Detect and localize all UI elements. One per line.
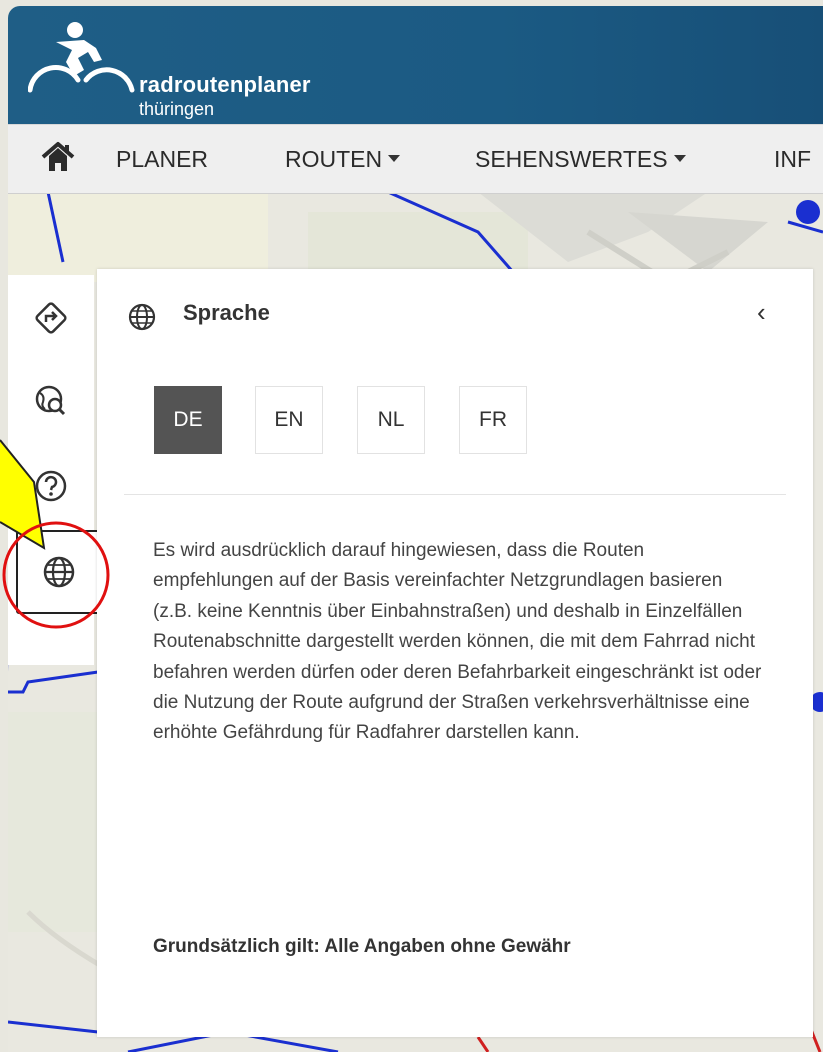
caret-down-icon [388,155,401,163]
language-code: NL [377,408,405,431]
nav-routen[interactable]: ROUTEN [285,146,401,173]
map-search-tool-button[interactable] [8,357,94,443]
language-button-nl[interactable]: NL [357,386,425,454]
chevron-left-icon: ‹ [757,297,766,327]
language-tool-button[interactable] [16,530,102,614]
divider [124,494,786,495]
brand-region: thüringen [139,99,215,119]
language-button-fr[interactable]: FR [459,386,527,454]
nav-planer[interactable]: PLANER [116,146,208,173]
map-search-icon [35,385,66,416]
nav-planer-label: PLANER [116,146,209,172]
route-directions-icon [35,302,67,334]
panel-title-icon [127,302,157,337]
language-panel: Sprache ‹ DE EN NL FR Es wird ausdrückli… [97,269,813,1037]
globe-icon [43,556,75,588]
home-icon [41,142,75,171]
globe-icon [128,303,156,331]
nav-info-label: INF [774,146,812,172]
caret-down-icon [673,155,686,163]
side-toolbar [8,275,102,665]
language-code: EN [274,408,304,431]
disclaimer-note: Grundsätzlich gilt: Alle Angaben ohne Ge… [153,936,571,957]
panel-title: Sprache [183,300,270,325]
nav-sehenswertes-label: SEHENSWERTES [475,146,668,172]
main-navigation: PLANER ROUTEN SEHENSWERTES INF [8,124,823,194]
language-button-en[interactable]: EN [255,386,323,454]
cyclist-logo-icon[interactable] [28,18,138,108]
disclaimer-text: Es wird ausdrücklich darauf hingewiesen,… [153,540,762,744]
language-code: DE [173,408,203,431]
nav-routen-label: ROUTEN [285,146,383,172]
nav-sehenswertes[interactable]: SEHENSWERTES [475,146,686,173]
home-button[interactable] [40,141,76,178]
site-header: radroutenplaner thüringen [8,6,823,124]
nav-info[interactable]: INF [774,146,811,173]
help-tool-button[interactable] [8,443,94,529]
collapse-panel-button[interactable]: ‹ [757,297,766,328]
help-icon [35,470,67,502]
language-button-de[interactable]: DE [154,386,222,454]
language-code: FR [479,408,507,431]
route-planner-tool-button[interactable] [8,275,94,361]
brand-name[interactable]: radroutenplaner [139,72,311,98]
